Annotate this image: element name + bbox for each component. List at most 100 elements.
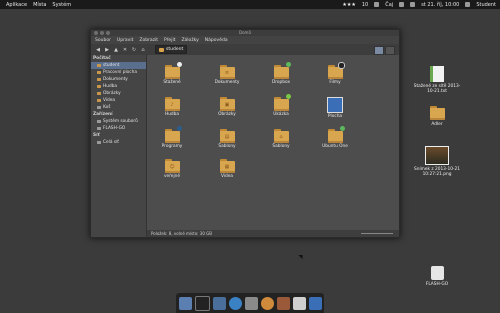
sidebar-item-music[interactable]: Hudba [91, 83, 146, 90]
file-item[interactable]: ▣ Obrázky [207, 97, 247, 117]
sidebar-section-devices: Zařízení Systém souborů FLASH-GO [91, 111, 146, 132]
clock[interactable]: st 21. říj, 10:00 [421, 2, 459, 8]
desktop-icon[interactable]: FLASH-GO [412, 266, 462, 287]
disc-badge-icon [337, 62, 345, 69]
stop-icon[interactable]: ✕ [122, 47, 128, 53]
pictures-folder-icon [97, 91, 101, 96]
menu-applications[interactable]: Aplikace [6, 2, 27, 8]
sidebar-item-label: Systém souborů [103, 119, 138, 124]
sidebar-item-network[interactable]: Celá síť [91, 139, 146, 146]
menu-bookmarks[interactable]: Záložky [181, 38, 198, 43]
file-item[interactable]: ▦ Videa [207, 159, 247, 179]
file-item[interactable]: Plocha [315, 97, 355, 119]
desktop-icon[interactable]: Adler [412, 106, 462, 127]
panel-tray: ★★★ 10 Čaj st 21. říj, 10:00 Student [342, 0, 496, 9]
files-icon[interactable] [212, 296, 226, 310]
file-item[interactable]: Filmy [315, 62, 355, 85]
panel-menus: Aplikace Místa Systém [0, 2, 71, 8]
sidebar-header: Zařízení [93, 112, 113, 117]
network-icon[interactable] [374, 2, 380, 7]
terminal-icon[interactable] [194, 295, 210, 311]
sidebar-item-label: FLASH-GO [103, 126, 126, 131]
file-item[interactable]: ♪ Hudba [152, 97, 192, 117]
folder-icon [327, 62, 345, 79]
sidebar-item-videos[interactable]: Videa [91, 97, 146, 104]
reload-icon[interactable]: ↻ [131, 47, 137, 53]
file-item[interactable]: ≡ Dokumenty [207, 65, 247, 85]
menu-edit[interactable]: Upravit [117, 38, 133, 43]
file-item[interactable]: ▤ Šablony [207, 129, 247, 149]
file-label: Šablony [218, 144, 236, 149]
menu-view[interactable]: Zobrazit [139, 38, 158, 43]
power-icon[interactable] [465, 2, 471, 7]
sidebar-item-flash[interactable]: FLASH-GO [91, 125, 146, 132]
trash-icon[interactable] [292, 296, 306, 310]
list-view-button[interactable] [385, 46, 395, 55]
sidebar-item-label: Obrázky [103, 91, 121, 96]
rating-indicator[interactable]: ★★★ [342, 2, 355, 8]
path-button[interactable]: student [155, 45, 188, 54]
sidebar-item-trash[interactable]: Koš [91, 104, 146, 111]
mail-indicator-icon[interactable] [410, 2, 416, 7]
usb-drive-icon [430, 266, 444, 280]
file-item[interactable]: ⌂ Šablony [261, 129, 301, 149]
icon-view-button[interactable] [374, 46, 384, 55]
home-icon[interactable]: ⌂ [140, 47, 146, 53]
status-bar: Položek: 8, volné místo: 30 GB [147, 230, 399, 237]
menu-places[interactable]: Místa [33, 2, 46, 8]
file-item[interactable]: Ubuntu One [315, 126, 355, 149]
monitor-badge-icon [176, 126, 182, 131]
window-titlebar[interactable]: Domů [91, 30, 399, 36]
file-label: Šablony [272, 144, 290, 149]
file-item[interactable]: ☺ veřejné [152, 159, 192, 179]
check-badge-icon [339, 126, 345, 131]
sidebar-item-desktop[interactable]: Pracovní plocha [91, 69, 146, 76]
desktop-icon-label: FLASH-GO [425, 282, 449, 287]
desktop-icon[interactable]: Snímek z 2013-10-21 10:27:21.png [412, 146, 462, 177]
folder-icon: ▦ [219, 159, 235, 173]
sidebar-item-home[interactable]: student [91, 62, 146, 69]
menu-go[interactable]: Přejít [164, 38, 175, 43]
mouse-cursor-icon [298, 252, 305, 260]
gallery-icon[interactable] [308, 296, 322, 310]
document-icon [430, 66, 444, 82]
sidebar-item-pictures[interactable]: Obrázky [91, 90, 146, 97]
template-glyph-icon: ▤ [224, 134, 230, 140]
view-switcher [374, 46, 395, 55]
file-item[interactable]: Programy [152, 126, 192, 149]
file-item[interactable]: Ukázka [261, 94, 301, 117]
top-panel: Aplikace Místa Systém ★★★ 10 Čaj st 21. … [0, 0, 500, 9]
sidebar-section-computer: Počítač student Pracovní plocha Dokument… [91, 55, 146, 111]
desktop-icon-label: Snímek z 2013-10-21 10:27:21.png [414, 167, 460, 177]
tray-text-2[interactable]: Čaj [385, 2, 393, 8]
folder-icon [164, 62, 182, 79]
back-arrow-icon[interactable]: ◀ [95, 47, 101, 53]
up-arrow-icon[interactable]: ▲ [113, 47, 119, 53]
documents-folder-icon [97, 77, 101, 82]
mail-icon[interactable] [260, 296, 274, 310]
camera-icon[interactable] [276, 296, 290, 310]
sidebar-item-documents[interactable]: Dokumenty [91, 76, 146, 83]
finder-icon[interactable] [178, 296, 192, 310]
menu-file[interactable]: Soubor [95, 38, 111, 43]
volume-icon[interactable] [399, 2, 405, 7]
forward-arrow-icon[interactable]: ▶ [104, 47, 110, 53]
browser-icon[interactable] [228, 296, 242, 310]
system-icon[interactable] [244, 296, 258, 310]
sidebar-item-label: student [103, 63, 120, 68]
sidebar-header: Síť [93, 133, 100, 138]
sidebar-item-label: Pracovní plocha [103, 70, 138, 75]
file-item[interactable]: Dropbox [261, 62, 301, 85]
image-file-icon [327, 97, 343, 113]
sidebar-item-filesystem[interactable]: Systém souborů [91, 118, 146, 125]
file-label: Videa [220, 174, 234, 179]
desktop-icon[interactable]: Stažené ze sítě 2013-10-21.txt [412, 66, 462, 94]
user-menu[interactable]: Student [476, 2, 496, 8]
file-label: Filmy [329, 80, 341, 85]
file-label: Ukázka [273, 112, 289, 117]
menu-help[interactable]: Nápověda [205, 38, 228, 43]
sidebar-item-label: Hudba [103, 84, 118, 89]
file-item[interactable]: Stažené [152, 62, 192, 85]
menu-system[interactable]: Systém [52, 2, 71, 8]
zoom-slider[interactable] [361, 233, 393, 234]
